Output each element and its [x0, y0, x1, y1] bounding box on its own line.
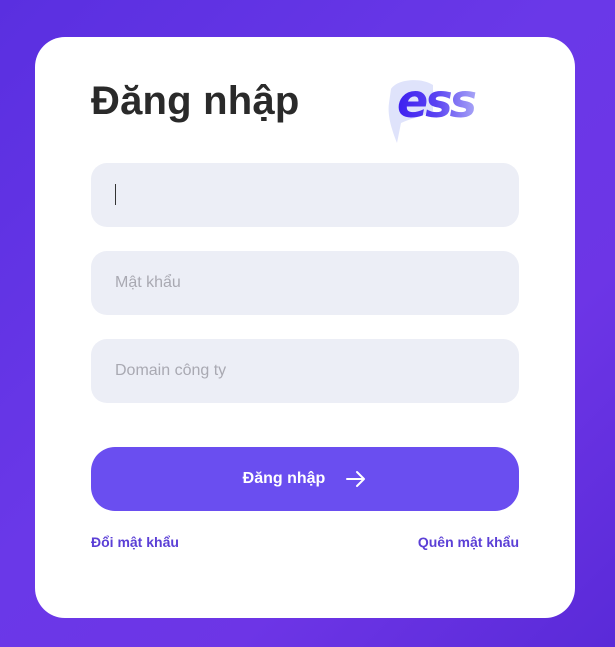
forgot-password-link[interactable]: Quên mật khẩu — [418, 534, 519, 550]
login-button-label: Đăng nhập — [242, 470, 326, 487]
arrow-right-icon — [345, 468, 367, 490]
logo-text: ess — [397, 77, 476, 128]
password-input[interactable] — [115, 274, 495, 292]
ess-logo: ess — [388, 77, 479, 143]
username-field[interactable] — [91, 163, 519, 227]
page-title: Đăng nhập — [91, 79, 300, 123]
login-button[interactable]: Đăng nhập — [91, 447, 519, 511]
text-caret — [115, 184, 116, 205]
change-password-link[interactable]: Đổi mật khẩu — [91, 534, 179, 550]
domain-input[interactable] — [115, 362, 495, 380]
password-field[interactable] — [91, 251, 519, 315]
login-card: Đăng nhập ess Đăng nhập Đổi mật khẩu Quê… — [35, 37, 575, 618]
domain-field[interactable] — [91, 339, 519, 403]
username-input[interactable] — [115, 186, 495, 204]
